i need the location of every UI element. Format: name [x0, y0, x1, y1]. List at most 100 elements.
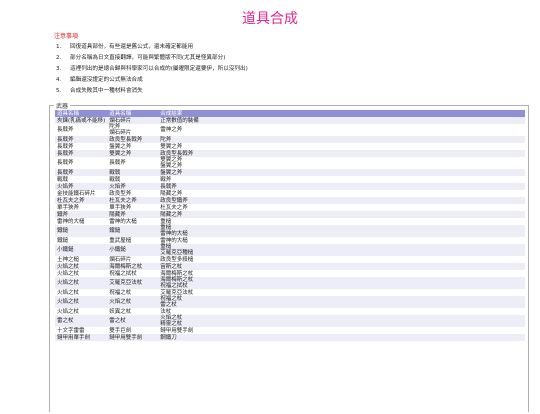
- cell-text: 金技能鐵石碎片: [57, 190, 96, 197]
- table-row: 雷之杖 雷之杖 火焰之杖 精靈之杖: [55, 315, 525, 327]
- cell-item2: 爛石碎片: [107, 256, 159, 263]
- table-row: 長戟斧 戰戟 盤翼之斧: [55, 169, 525, 176]
- cell-text: 雷神的大槌: [57, 218, 85, 225]
- cell-result: 陀斧: [158, 136, 525, 143]
- table-row: 長戟斧 雙翼之斧 政良型長戟斧: [55, 150, 525, 157]
- cell-item2: 火焰之杖: [107, 296, 159, 308]
- table-row: 火焰之杖 妖異之杖 法杖: [55, 308, 525, 315]
- note-text: 編輯還沒證定的公式無法合成: [70, 77, 143, 83]
- cell-result: 雷神的大槌: [158, 237, 525, 244]
- table-row: 長戟斧 盤翼之斧 雙翼之斧: [55, 143, 525, 150]
- cell-text: 雙翼之斧: [109, 150, 132, 157]
- cell-text: 戰戟: [109, 176, 121, 183]
- cell-text: 長戟斧: [109, 160, 126, 166]
- cell-result: 海爾梅斯之杖: [158, 270, 525, 277]
- cell-text: 陀斧: [160, 136, 172, 143]
- cell-text: 法杖: [160, 308, 172, 315]
- cell-result: 政良型鐵斧: [158, 197, 525, 204]
- cell-item2: 長戟斧: [107, 157, 159, 169]
- notes-list: 1. 回復道具部份，有些還是舊公式，還未確定都能用 2. 部分名稱為日文直接翻譯，可能…: [54, 44, 514, 99]
- cell-item1: 鐵鎚: [55, 225, 108, 237]
- cell-text: 雙翼之斧: [160, 143, 183, 150]
- cell-text: 盤翼之斧: [160, 169, 183, 176]
- cell-text: 單手狹斧: [57, 204, 80, 211]
- column-header-item2: 道具名稱: [107, 110, 159, 117]
- cell-text: 政良型長戟斧: [109, 136, 143, 143]
- cell-item2: 重武屋槌: [107, 237, 159, 244]
- cell-text: 鏈甲用單手劍: [57, 334, 91, 341]
- cell-item2: 杜瓦夫之斧: [107, 197, 159, 204]
- cell-item2: 雷神的大槌: [107, 218, 159, 225]
- cell-text: 火焰之杖: [57, 263, 80, 270]
- cell-text: 盤翼之斧: [109, 143, 132, 150]
- note-text: 回復道具部份，有些還是舊公式，還未確定都能用: [70, 44, 194, 50]
- cell-item2: 祝福之杖: [107, 289, 159, 296]
- cell-text: 火焰之杖: [57, 280, 80, 286]
- table-row: 長戟斧 政良型長戟斧 陀斧: [55, 136, 525, 143]
- note-item: 3. 這裡列出的是總合歸與科學家可以合成的(屬曜限定還要伊，所以沒列出): [54, 66, 514, 77]
- cell-result: 盤翼之斧: [158, 169, 525, 176]
- cell-text: 海爾梅斯之杖: [109, 263, 143, 270]
- cell-item1: 戰戟: [55, 176, 108, 183]
- cell-text: 海爾梅斯之杖: [160, 270, 194, 277]
- cell-result: 雷神之斧: [158, 124, 525, 136]
- table-row: 夾鍊(乳痛或不能移) 爛石碎片 正常數值的裝備: [55, 117, 525, 124]
- cell-result: 重槌 雷神的大槌: [158, 225, 525, 237]
- cell-result: 鋼鐵刀: [158, 334, 525, 341]
- cell-text: 戰斧: [160, 176, 172, 183]
- cell-item1: 長戟斧: [55, 169, 108, 176]
- cell-text: 爛石碎片: [109, 117, 132, 124]
- cell-text: 政良型鐵斧: [160, 197, 188, 204]
- cell-text: 杜瓦夫之斧: [109, 197, 137, 204]
- cell-item2: 盤翼之斧: [107, 143, 159, 150]
- cell-text: 正常數值的裝備: [160, 117, 199, 124]
- table-row: 鏈甲用單手劍 鏈甲用雙手劍 鋼鐵刀: [55, 334, 525, 341]
- cell-text: 宙斯之杖: [160, 263, 183, 270]
- cell-item1: 火焰斧: [55, 183, 108, 190]
- cell-text: 雙手巨劍: [109, 327, 132, 334]
- cell-item2: 政良型長戟斧: [107, 136, 159, 143]
- cell-text: 火焰斧: [109, 183, 126, 190]
- note-number: 4.: [56, 77, 62, 83]
- cell-result: 法杖: [158, 308, 525, 315]
- cell-result: 宙斯之杖: [158, 263, 525, 270]
- cell-item1: 鐵鎚: [55, 237, 108, 244]
- cell-item2: 鏈甲用雙手劍: [107, 334, 159, 341]
- cell-text: 鏈甲用雙手劍: [160, 327, 194, 334]
- cell-item1: 火焰之杖: [55, 296, 108, 308]
- note-item: 2. 部分名稱為日文直接翻譯，可能與繁體版不同(尤其是怪異部分): [54, 55, 514, 66]
- table-row: 火焰之杖 火焰之杖 祝福之杖 雷之杖: [55, 296, 525, 308]
- cell-item1: 金技能鐵石碎片: [55, 190, 108, 197]
- cell-text: 雷神之斧: [160, 127, 183, 133]
- cell-item2: 單手狹斧: [107, 204, 159, 211]
- table-row: 雷神的大槌 雷神的大槌 重槌: [55, 218, 525, 225]
- table-row: 火焰之杖 艾羅克亞法杖 海爾梅斯之杖 祝福之拭杖: [55, 277, 525, 289]
- cell-item2: 爛石碎片: [107, 117, 159, 124]
- table-row: 鐵斧 陽藏斧 陽藏之斧: [55, 211, 525, 218]
- cell-text: 艾羅克亞法杖: [109, 280, 143, 286]
- table-header-row: 道具名稱 道具名稱 合成結果: [55, 110, 525, 117]
- cell-text: 鐵鎚: [109, 228, 121, 234]
- notes-section: 注意事項 1. 回復道具部份，有些還是舊公式，還未確定都能用 2. 部分名稱為日文直接…: [54, 33, 514, 99]
- cell-text: 夾鍊(乳痛或不能移): [57, 117, 106, 124]
- table-row: 火焰之杖 祝福之杖 艾羅克亞法杖: [55, 289, 525, 296]
- cell-result: 艾羅克亞法杖: [158, 289, 525, 296]
- cell-item2: 戰戟: [107, 169, 159, 176]
- cell-text: 祝福之杖: [109, 289, 132, 296]
- cell-result: 戰斧: [158, 176, 525, 183]
- notes-title: 注意事項: [54, 33, 79, 40]
- cell-item1: 單手狹斧: [55, 204, 108, 211]
- weapons-fieldset: 武器 道具名稱 道具名稱 合成結果 夾鍊(乳痛或不能移) 爛石碎片 正常數值的裝備長…: [49, 101, 529, 412]
- cell-result: 正常數值的裝備: [158, 117, 525, 124]
- cell-item1: 十文字雷雷: [55, 327, 108, 334]
- cell-text: 重槌: [160, 218, 172, 225]
- cell-text: 戰戟: [109, 169, 121, 176]
- cell-result: 鏈甲用雙手劍: [158, 327, 525, 334]
- cell-text: 長戟斧: [57, 143, 74, 150]
- cell-result: 雙翼之斧 盤翼之斧: [158, 157, 525, 169]
- cell-item1: 長戟斧: [55, 150, 108, 157]
- cell-item1: 雷神的大槌: [55, 218, 108, 225]
- note-item: 1. 回復道具部份，有些還是舊公式，還未確定都能用: [54, 44, 514, 55]
- cell-item2: 政良型斧: [107, 190, 159, 197]
- note-text: 部分名稱為日文直接翻譯，可能與繁體版不同(尤其是怪異部分): [70, 55, 226, 61]
